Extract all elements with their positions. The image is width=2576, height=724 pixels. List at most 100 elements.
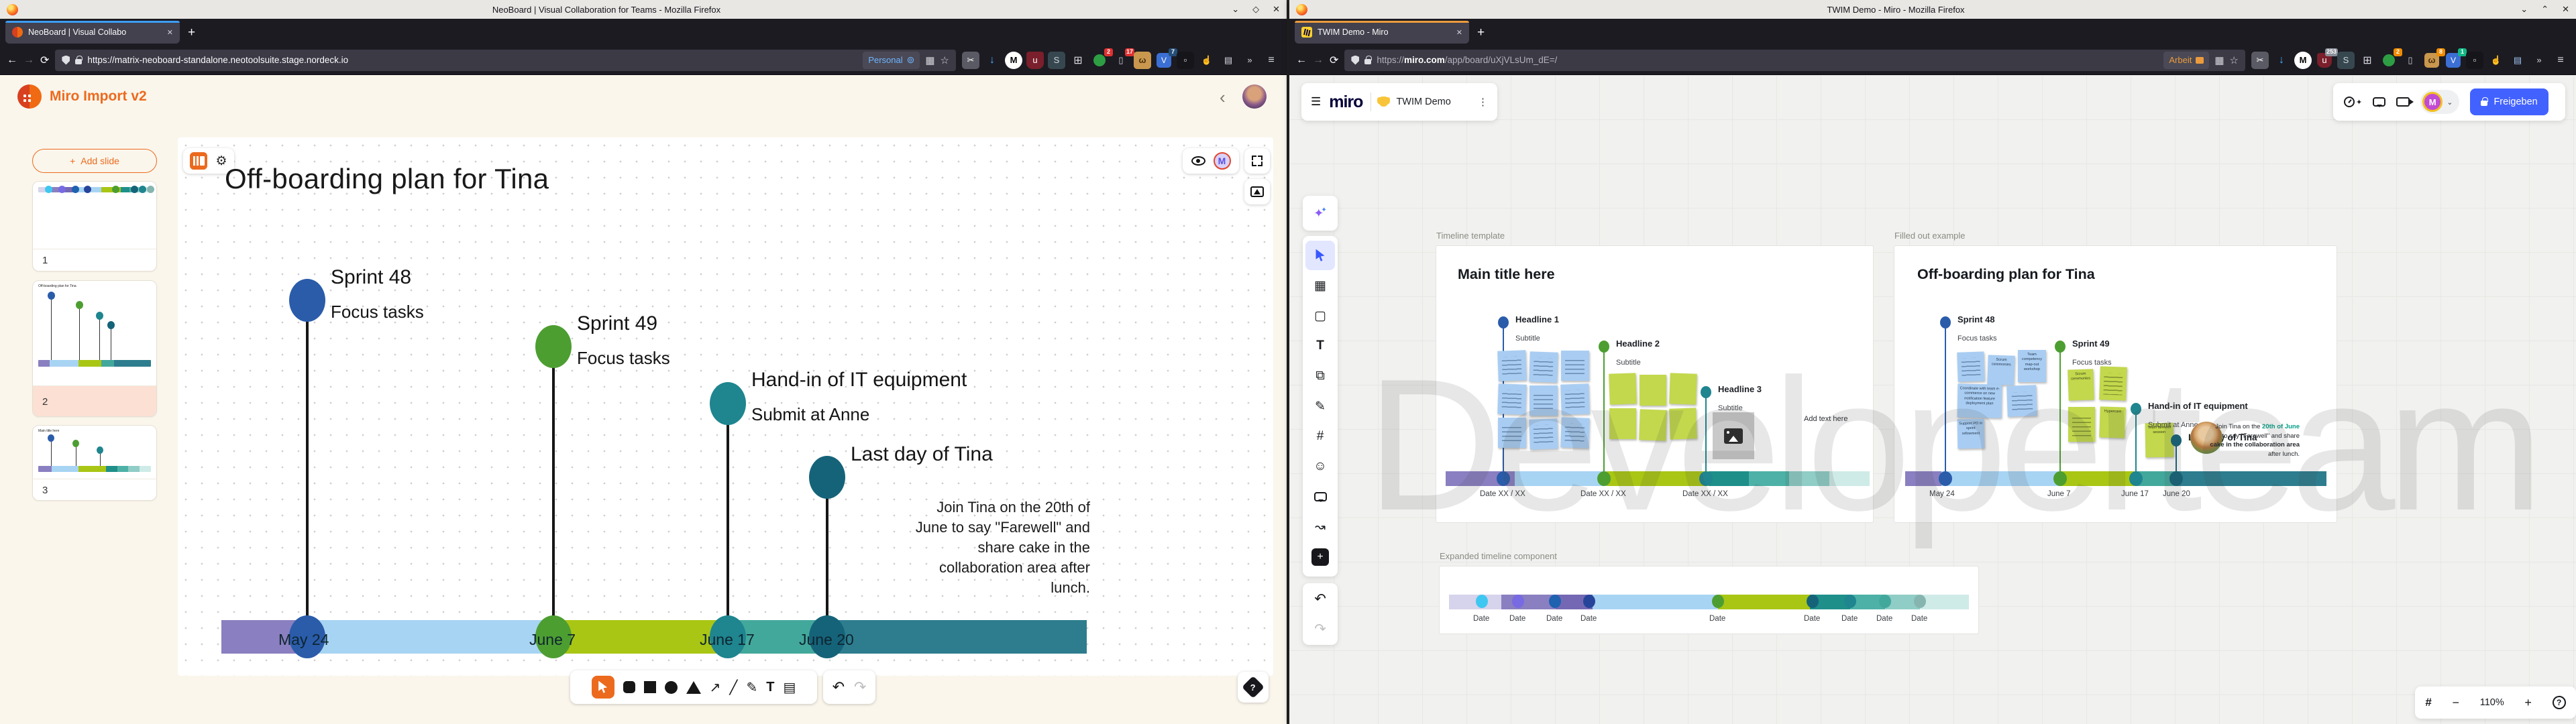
tab-close-icon[interactable]: ✕ bbox=[167, 28, 173, 37]
timeline-bar[interactable] bbox=[221, 620, 1087, 654]
date-label[interactable]: Date bbox=[1911, 615, 1927, 623]
sticky-note[interactable] bbox=[1609, 408, 1636, 439]
bookmark-star-icon[interactable]: ☆ bbox=[941, 54, 949, 66]
bar-date[interactable]: May 24 bbox=[1929, 490, 1955, 498]
date-placeholder[interactable]: Date XX / XX bbox=[1580, 490, 1626, 498]
new-tab-button[interactable]: + bbox=[188, 25, 195, 40]
bar-dot[interactable] bbox=[2169, 471, 2183, 486]
image-placeholder[interactable] bbox=[1713, 412, 1754, 459]
shapes-tool[interactable]: ⧉ bbox=[1305, 361, 1335, 391]
sticky-note[interactable] bbox=[1529, 385, 1558, 416]
date-placeholder[interactable]: Date XX / XX bbox=[1682, 490, 1728, 498]
video-call-icon[interactable] bbox=[2396, 97, 2410, 107]
milestone-dot[interactable] bbox=[2055, 341, 2065, 353]
fit-to-screen-icon[interactable]: # bbox=[2425, 696, 2431, 709]
bar-dot[interactable] bbox=[1512, 595, 1524, 608]
milestone-subtitle[interactable]: Focus tasks bbox=[577, 348, 670, 369]
sticky-note[interactable] bbox=[1639, 409, 1667, 440]
page-icon[interactable]: ▤ bbox=[2509, 52, 2526, 69]
sticky-note[interactable] bbox=[1609, 373, 1637, 404]
bar-date[interactable]: June 20 bbox=[799, 631, 854, 649]
cat-icon[interactable]: ω8 bbox=[2423, 52, 2440, 69]
sticky-note[interactable] bbox=[1529, 418, 1558, 449]
overflow-chevron-icon[interactable]: » bbox=[1241, 52, 1258, 69]
templates-tool[interactable]: ▦ bbox=[1305, 271, 1335, 300]
bookmark-star-icon[interactable]: ☆ bbox=[2230, 54, 2239, 66]
date-placeholder[interactable]: Date XX / XX bbox=[1480, 490, 1525, 498]
collaborator-avatar[interactable]: M bbox=[1214, 152, 1231, 170]
bar-dot[interactable] bbox=[1939, 471, 1952, 486]
green-dot-icon[interactable]: 2 bbox=[1091, 52, 1108, 69]
sticky-note[interactable]: Team competency map-out workshop bbox=[2018, 350, 2046, 382]
bar-date[interactable]: June 7 bbox=[529, 631, 576, 649]
bar-dot[interactable] bbox=[1497, 471, 1510, 486]
tab-close-icon[interactable]: ✕ bbox=[1456, 28, 1462, 37]
undo-button[interactable]: ↶ bbox=[833, 678, 845, 696]
green-dot-icon[interactable]: 2 bbox=[2380, 52, 2398, 69]
ublock-shield-icon[interactable]: u bbox=[1026, 52, 1044, 69]
trash-icon[interactable]: ▯ bbox=[2402, 52, 2419, 69]
milestone-title[interactable]: Hand-in of IT equipment bbox=[751, 369, 967, 391]
sticky-note[interactable] bbox=[1640, 375, 1666, 406]
sticky-note[interactable] bbox=[1497, 350, 1527, 381]
tab-miro[interactable]: TWIM Demo - Miro ✕ bbox=[1295, 21, 1469, 44]
date-label[interactable]: Date bbox=[1580, 615, 1597, 623]
maximize-button[interactable]: ⌃ bbox=[2541, 4, 2548, 15]
bar-dot[interactable] bbox=[1879, 595, 1891, 608]
board-menu-icon[interactable]: ⋮ bbox=[1478, 101, 1488, 104]
menu-icon[interactable]: ≡ bbox=[2552, 52, 2569, 69]
bar-date[interactable]: June 17 bbox=[700, 631, 755, 649]
date-label[interactable]: Date bbox=[1709, 615, 1725, 623]
ublock-shield-icon[interactable]: u253 bbox=[2316, 52, 2333, 69]
zoom-level[interactable]: 110% bbox=[2480, 697, 2504, 708]
frame-tool[interactable]: # bbox=[1305, 422, 1335, 451]
slide-card-1[interactable]: 1 bbox=[32, 181, 157, 272]
milestone-title[interactable]: Sprint 49 bbox=[577, 312, 657, 335]
date-label[interactable]: Date bbox=[1804, 615, 1820, 623]
bar-dot[interactable] bbox=[1844, 595, 1856, 608]
date-label[interactable]: Date bbox=[1876, 615, 1892, 623]
redo-button[interactable]: ↷ bbox=[1305, 615, 1335, 644]
frame-title[interactable]: Off-boarding plan for Tina bbox=[1917, 266, 2095, 283]
bar-dot[interactable] bbox=[1583, 595, 1595, 608]
subtitle[interactable]: Subtitle bbox=[1718, 404, 1743, 412]
frame-timeline-template[interactable]: Main title here Headline 1 Subtitle Head… bbox=[1436, 246, 1873, 522]
miro-logo[interactable]: miro bbox=[1329, 93, 1362, 112]
comment-tool[interactable] bbox=[1305, 482, 1335, 511]
zoom-out-button[interactable]: − bbox=[2453, 696, 2460, 710]
page-icon[interactable]: ▤ bbox=[1220, 52, 1237, 69]
date-label[interactable]: Date bbox=[1473, 615, 1489, 623]
dark-tile-icon[interactable]: ▫ bbox=[2466, 52, 2483, 69]
screenshot-tool-icon[interactable]: ✂ bbox=[2251, 52, 2269, 69]
sticky-note[interactable] bbox=[2006, 385, 2037, 417]
milestone-dot[interactable] bbox=[710, 382, 746, 425]
tracking-shield-icon[interactable] bbox=[62, 56, 70, 65]
minimize-button[interactable]: ⌄ bbox=[1232, 4, 1239, 15]
frame-filled-example[interactable]: Off-boarding plan for Tina Sprint 48 Foc… bbox=[1894, 246, 2337, 522]
bar-date[interactable]: June 17 bbox=[2121, 490, 2149, 498]
thumb-icon[interactable]: ☝ bbox=[2487, 52, 2505, 69]
cat-icon[interactable]: ω bbox=[1134, 52, 1151, 69]
board-name[interactable]: TWIM Demo bbox=[1396, 97, 1450, 107]
sticky-note[interactable]: Coordinate with team e-commerce on new n… bbox=[1957, 383, 2002, 418]
timeline-bar[interactable] bbox=[1905, 471, 2326, 486]
screenshot-tool-icon[interactable]: ✂ bbox=[962, 52, 979, 69]
arrow-tool[interactable]: ↗ bbox=[710, 679, 721, 696]
subtitle[interactable]: Subtitle bbox=[1616, 359, 1641, 367]
frame-label[interactable]: Expanded timeline component bbox=[1440, 551, 1557, 561]
frame-expanded-timeline[interactable]: Date Date Date Date Date Date Date Date … bbox=[1440, 566, 1978, 634]
sticky-note[interactable] bbox=[1957, 351, 1985, 381]
sticky-note[interactable] bbox=[1498, 418, 1526, 448]
headline[interactable]: Sprint 49 bbox=[2072, 339, 2110, 349]
add-text-placeholder[interactable]: Add text here bbox=[1804, 415, 1847, 423]
minimize-button[interactable]: ⌄ bbox=[2520, 4, 2528, 15]
bar-date[interactable]: June 7 bbox=[2047, 490, 2071, 498]
slide-panel-toggle[interactable] bbox=[190, 152, 207, 170]
puzzle-icon[interactable]: ⊞ bbox=[2359, 52, 2376, 69]
subtitle[interactable]: Subtitle bbox=[1515, 335, 1540, 343]
milestone-dot[interactable] bbox=[535, 325, 572, 368]
upload-document-tool[interactable]: ▤ bbox=[783, 679, 796, 696]
puzzle-icon[interactable]: ⊞ bbox=[1069, 52, 1087, 69]
rounded-square-tool[interactable] bbox=[623, 681, 635, 693]
dark-tile-icon[interactable]: ▫ bbox=[1177, 52, 1194, 69]
